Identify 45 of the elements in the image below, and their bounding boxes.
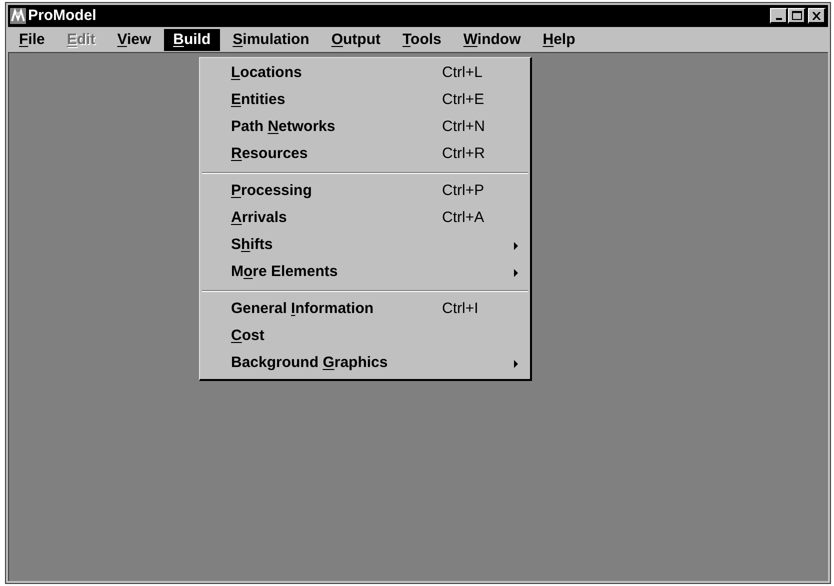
minimize-icon bbox=[776, 18, 782, 20]
menu-item[interactable]: General Information Ctrl+I bbox=[202, 296, 528, 323]
close-button[interactable] bbox=[808, 8, 826, 24]
close-icon bbox=[812, 12, 821, 20]
shortcut-label: Ctrl+I bbox=[442, 299, 478, 320]
menu-item-label: Path Networks bbox=[231, 117, 336, 138]
menu-item-label: Locations bbox=[231, 63, 303, 84]
menu-item-label: Cost bbox=[231, 326, 266, 346]
menu-item[interactable]: Arrivals Ctrl+A bbox=[202, 205, 528, 232]
menu-bar-item[interactable]: View bbox=[108, 28, 160, 50]
menu-bar-item[interactable]: File bbox=[10, 28, 54, 50]
maximize-button[interactable] bbox=[788, 8, 806, 24]
menu-item-label: More Elements bbox=[231, 262, 339, 282]
shortcut-label: Ctrl+P bbox=[442, 181, 484, 202]
menu-item[interactable]: Shifts bbox=[202, 232, 528, 259]
menu-bar-item[interactable]: Help bbox=[534, 28, 584, 50]
menu-bar-item[interactable]: Build bbox=[164, 28, 220, 50]
shortcut-label: Ctrl+E bbox=[442, 90, 484, 110]
shortcut-label: Ctrl+N bbox=[442, 117, 485, 138]
menu-item[interactable]: Entities Ctrl+E bbox=[202, 87, 528, 114]
menu-item-label: General Information bbox=[231, 299, 375, 320]
shortcut-label: Ctrl+R bbox=[442, 144, 485, 164]
menu-item-label: Resources bbox=[231, 144, 309, 164]
menu-item[interactable]: Resources Ctrl+R bbox=[202, 141, 528, 168]
menu-bar-item[interactable]: Simulation bbox=[224, 28, 318, 50]
menu-item-label: Shifts bbox=[231, 235, 274, 256]
menu-bar-item[interactable]: Output bbox=[322, 28, 390, 50]
maximize-icon bbox=[792, 11, 802, 20]
menu-item-label: Background Graphics bbox=[231, 353, 389, 374]
menu-item-label: Arrivals bbox=[231, 208, 288, 228]
minimize-button[interactable] bbox=[770, 8, 788, 24]
menu-item[interactable]: Processing Ctrl+P bbox=[202, 178, 528, 205]
menu-item-label: Processing bbox=[231, 181, 313, 202]
menu-bar-item[interactable]: Tools bbox=[393, 28, 450, 50]
menu-item[interactable]: Path Networks Ctrl+N bbox=[202, 114, 528, 141]
menu-item[interactable]: More Elements bbox=[202, 259, 528, 286]
shortcut-label: Ctrl+A bbox=[442, 208, 484, 228]
menu-item[interactable]: Cost bbox=[202, 323, 528, 350]
menu-item[interactable]: Background Graphics bbox=[202, 350, 528, 377]
app-logo-icon bbox=[10, 8, 26, 24]
window-title: ProModel bbox=[28, 6, 96, 26]
shortcut-label: Ctrl+L bbox=[442, 63, 482, 84]
menu-item[interactable]: Locations Ctrl+L bbox=[202, 60, 528, 87]
menu-bar-item[interactable]: Window bbox=[454, 28, 530, 50]
menu-item-label: Entities bbox=[231, 90, 286, 110]
